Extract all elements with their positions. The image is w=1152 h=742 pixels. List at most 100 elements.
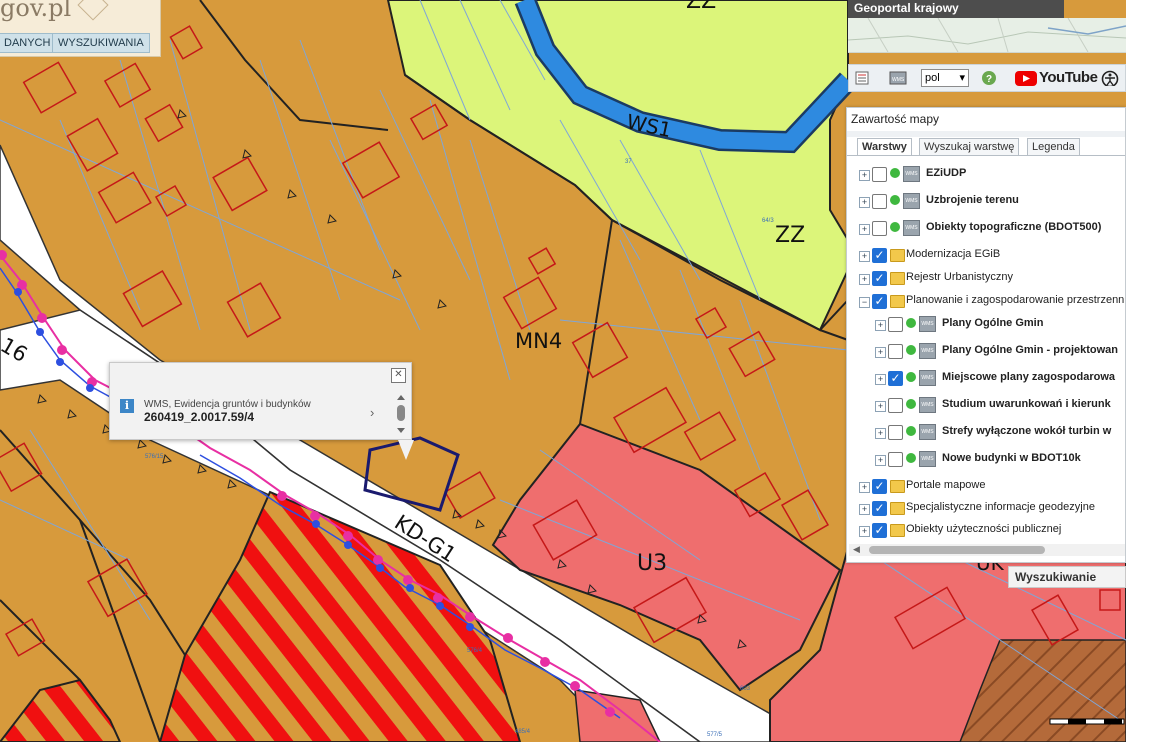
popup-scroller[interactable] (396, 395, 406, 435)
layer-row[interactable]: + ✓ Portale mapowe (847, 477, 1125, 499)
search-panel-tab[interactable]: Wyszukiwanie (1008, 566, 1126, 588)
layer-row[interactable]: + WMS Plany Ogólne Gmin - projektowan (847, 342, 1125, 364)
road-vertex (433, 593, 443, 603)
expand-icon[interactable]: + (859, 274, 870, 285)
expand-icon[interactable]: + (859, 170, 870, 181)
expand-icon[interactable]: + (875, 347, 886, 358)
layer-row[interactable]: + WMS Plany Ogólne Gmin (847, 315, 1125, 337)
accessibility-icon[interactable] (1101, 70, 1119, 86)
wms-add-icon[interactable]: WMS (889, 70, 907, 86)
layer-row[interactable]: + ✓ WMS Miejscowe plany zagospodarowa (847, 369, 1125, 391)
layer-label: Miejscowe plany zagospodarowa (942, 371, 1115, 383)
road-vertex (343, 531, 353, 541)
layer-label: Specjalistyczne informacje geodezyjne (906, 501, 1095, 513)
parcel-number: 485/4 (515, 729, 531, 735)
layer-checkbox[interactable] (888, 452, 903, 467)
expand-icon[interactable]: + (875, 428, 886, 439)
layer-row[interactable]: + WMS Obiekty topograficzne (BDOT500) (847, 219, 1125, 241)
site-title[interactable]: gov.pl (0, 0, 71, 22)
road-vertex (312, 520, 320, 528)
chevron-right-icon[interactable]: › (370, 405, 374, 420)
layer-row[interactable]: + ✓ Specjalistyczne informacje geodezyjne (847, 499, 1125, 521)
folder-icon (890, 272, 905, 285)
parcel-number: 576/4 (467, 648, 483, 654)
page-margin (1126, 0, 1152, 742)
expand-icon[interactable]: + (859, 251, 870, 262)
road-vertex (503, 633, 513, 643)
layer-row[interactable]: + WMS EZiUDP (847, 165, 1125, 187)
road-vertex (465, 612, 475, 622)
layer-row[interactable]: + ✓ Obiekty użyteczności publicznej (847, 521, 1125, 543)
data-button[interactable]: DANYCH (0, 33, 57, 53)
road-vertex (14, 288, 22, 296)
layer-row[interactable]: + ✓ Modernizacja EGiB (847, 246, 1125, 268)
expand-icon[interactable]: + (859, 224, 870, 235)
layer-checkbox[interactable] (888, 317, 903, 332)
layer-panel: Zawartość mapy Warstwy Wyszukaj warstwę … (846, 107, 1126, 563)
scrollbar-thumb[interactable] (869, 546, 1045, 554)
layer-checkbox[interactable] (888, 344, 903, 359)
layer-checkbox[interactable]: ✓ (872, 271, 887, 286)
popup-pointer (398, 440, 414, 460)
layer-label: Obiekty użyteczności publicznej (906, 523, 1062, 535)
layer-checkbox[interactable] (888, 425, 903, 440)
layer-row[interactable]: − ✓ Planowanie i zagospodarowanie przestrz… (847, 292, 1125, 314)
expand-icon[interactable]: + (875, 401, 886, 412)
expand-icon[interactable]: + (859, 197, 870, 208)
scroll-left-icon[interactable]: ◀ (853, 544, 860, 555)
expand-icon[interactable]: + (875, 374, 886, 385)
layer-row[interactable]: + WMS Strefy wyłączone wokół turbin w (847, 423, 1125, 445)
close-icon[interactable]: ✕ (391, 368, 406, 383)
zone-label: ZZ (686, 0, 716, 14)
layer-checkbox[interactable]: ✓ (872, 248, 887, 263)
layer-row[interactable]: + WMS Uzbrojenie terenu (847, 192, 1125, 214)
horizontal-scrollbar[interactable]: ◀ (849, 544, 1125, 556)
status-dot-icon (906, 453, 916, 463)
layer-checkbox[interactable]: ✓ (888, 371, 903, 386)
parcel-id[interactable]: 260419_2.0017.59/4 (144, 410, 254, 424)
language-select[interactable]: pol (921, 69, 969, 87)
tab-search-layer[interactable]: Wyszukaj warstwę (919, 138, 1020, 156)
layer-row[interactable]: + ✓ Rejestr Urbanistyczny (847, 269, 1125, 291)
layer-checkbox[interactable] (872, 194, 887, 209)
help-icon[interactable]: ? (981, 70, 997, 86)
expand-icon[interactable]: + (859, 526, 870, 537)
layer-checkbox[interactable]: ✓ (872, 479, 887, 494)
geoportal-title[interactable]: Geoportal krajowy (848, 0, 1064, 18)
collapse-icon[interactable]: − (859, 297, 870, 308)
wms-icon: WMS (919, 343, 936, 359)
expand-icon[interactable]: + (875, 455, 886, 466)
svg-text:?: ? (986, 74, 992, 85)
parcel-number: 37 (625, 159, 632, 165)
layer-row[interactable]: + WMS Studium uwarunkowań i kierunk (847, 396, 1125, 418)
layer-checkbox[interactable] (872, 167, 887, 182)
layer-checkbox[interactable]: ✓ (872, 294, 887, 309)
layer-checkbox[interactable] (872, 221, 887, 236)
road-vertex (56, 358, 64, 366)
layer-label: Plany Ogólne Gmin - projektowan (942, 344, 1119, 356)
expand-icon[interactable]: + (875, 320, 886, 331)
layer-checkbox[interactable]: ✓ (872, 501, 887, 516)
zone-label: U3 (637, 551, 667, 576)
wms-icon: WMS (919, 370, 936, 386)
expand-icon[interactable]: + (859, 482, 870, 493)
tab-layers[interactable]: Warstwy (857, 138, 912, 156)
layer-checkbox[interactable]: ✓ (872, 523, 887, 538)
popup-source: WMS, Ewidencja gruntów i budynków (144, 399, 311, 410)
status-dot-icon (906, 426, 916, 436)
print-icon[interactable] (855, 70, 869, 86)
wms-icon: WMS (903, 166, 920, 182)
status-dot-icon (906, 318, 916, 328)
road-vertex (605, 707, 615, 717)
layer-row[interactable]: + WMS Nowe budynki w BDOT10k (847, 450, 1125, 472)
overview-minimap[interactable] (848, 18, 1126, 53)
layer-checkbox[interactable] (888, 398, 903, 413)
folder-icon (890, 480, 905, 493)
road-vertex (37, 313, 47, 323)
tab-legend[interactable]: Legenda (1027, 138, 1080, 156)
layer-label: EZiUDP (926, 167, 967, 179)
expand-icon[interactable]: + (859, 504, 870, 515)
search-menu-button[interactable]: WYSZUKIWANIA (52, 33, 150, 53)
youtube-icon (1015, 71, 1037, 86)
layer-label: Strefy wyłączone wokół turbin w (942, 425, 1112, 437)
